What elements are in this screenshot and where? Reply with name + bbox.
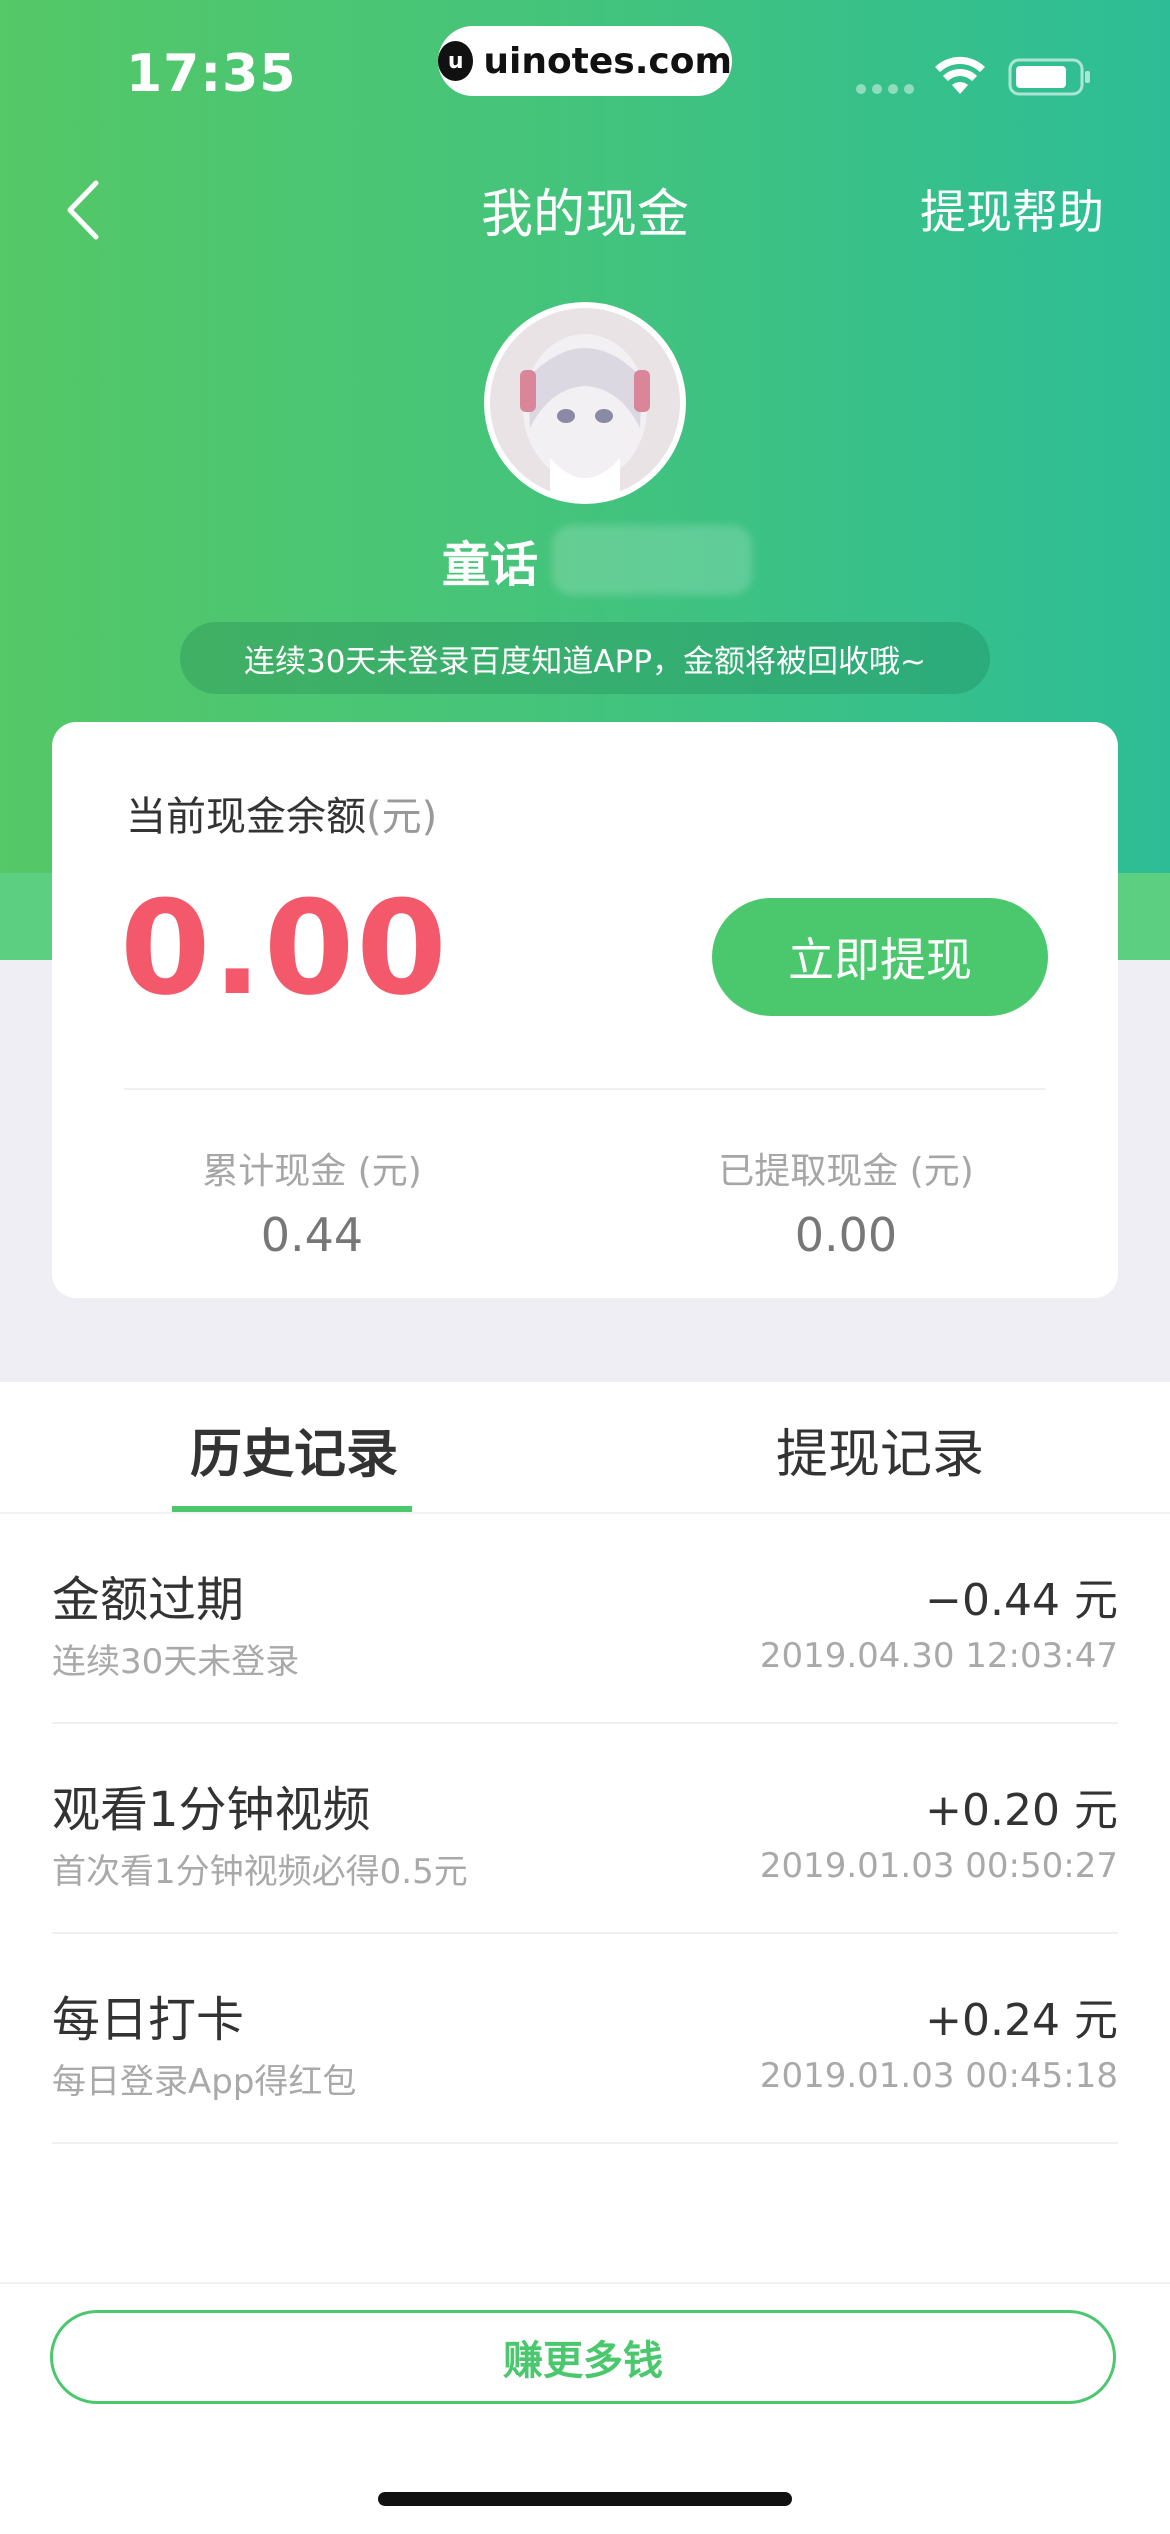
record-title: 金额过期 — [52, 1572, 245, 1628]
avatar[interactable] — [484, 302, 686, 504]
withdraw-help-link[interactable]: 提现帮助 — [920, 176, 1104, 242]
record-amount: +0.20 元 — [925, 1785, 1118, 1836]
status-time: 17:35 — [126, 44, 297, 104]
record-timestamp: 2019.01.03 00:45:18 — [759, 2056, 1118, 2096]
username-row: 童话 — [442, 520, 753, 600]
withdrawn-cash-label: 已提取现金 (元) — [718, 1151, 974, 1192]
card-divider — [124, 1088, 1046, 1090]
tab-withdrawals[interactable]: 提现记录 — [776, 1412, 984, 1487]
record-tabs: 历史记录 提现记录 — [0, 1382, 1170, 1514]
inactivity-notice: 连续30天未登录百度知道APP，金额将被回收哦~ — [180, 622, 990, 694]
record-timestamp: 2019.01.03 00:50:27 — [759, 1846, 1118, 1886]
balance-card: 当前现金余额(元) 0.00 立即提现 累计现金 (元) 0.44 已提取现金 … — [52, 722, 1118, 1298]
record-description: 首次看1分钟视频必得0.5元 — [52, 1852, 468, 1892]
record-title: 每日打卡 — [52, 1992, 245, 2048]
watermark-logo-icon: u — [438, 41, 474, 81]
active-tab-indicator — [172, 1506, 412, 1512]
record-timestamp: 2019.04.30 12:03:47 — [759, 1636, 1118, 1676]
record-amount: +0.24 元 — [925, 1995, 1118, 2046]
earn-more-button[interactable]: 赚更多钱 — [50, 2310, 1116, 2404]
battery-icon — [1008, 58, 1090, 96]
watermark-text: uinotes.com — [483, 40, 732, 82]
total-cash-stat: 累计现金 (元) 0.44 — [82, 1142, 542, 1262]
record-amount: −0.44 元 — [925, 1575, 1118, 1626]
watermark-badge: u uinotes.com — [438, 26, 732, 96]
username-redacted — [552, 525, 753, 595]
record-title: 观看1分钟视频 — [52, 1782, 371, 1838]
wifi-icon — [935, 56, 985, 94]
list-item: 金额过期 连续30天未登录 −0.44 元 2019.04.30 12:03:4… — [52, 1514, 1118, 1724]
total-cash-label: 累计现金 (元) — [202, 1151, 422, 1192]
tab-history[interactable]: 历史记录 — [190, 1412, 398, 1487]
balance-label: 当前现金余额(元) — [126, 784, 437, 842]
bottom-bar: 赚更多钱 — [0, 2282, 1170, 2534]
withdraw-now-button[interactable]: 立即提现 — [712, 898, 1048, 1016]
total-cash-value: 0.44 — [260, 1208, 364, 1262]
username: 童话 — [442, 537, 539, 593]
record-description: 每日登录App得红包 — [52, 2062, 357, 2102]
balance-amount: 0.00 — [120, 872, 449, 1024]
navigation-bar: 我的现金 提现帮助 — [0, 150, 1170, 270]
withdrawn-cash-stat: 已提取现金 (元) 0.00 — [616, 1142, 1076, 1262]
withdrawn-cash-value: 0.00 — [794, 1208, 898, 1262]
balance-label-text: 当前现金余额 — [126, 794, 366, 840]
avatar-image — [490, 308, 680, 498]
records-list: 金额过期 连续30天未登录 −0.44 元 2019.04.30 12:03:4… — [52, 1514, 1118, 2144]
home-indicator[interactable] — [378, 2492, 792, 2506]
list-item: 每日打卡 每日登录App得红包 +0.24 元 2019.01.03 00:45… — [52, 1934, 1118, 2144]
record-description: 连续30天未登录 — [52, 1642, 300, 1682]
list-item: 观看1分钟视频 首次看1分钟视频必得0.5元 +0.20 元 2019.01.0… — [52, 1724, 1118, 1934]
status-bar: 17:35 u uinotes.com — [0, 0, 1170, 150]
cellular-signal-icon — [856, 84, 916, 94]
balance-label-unit: (元) — [366, 794, 438, 840]
